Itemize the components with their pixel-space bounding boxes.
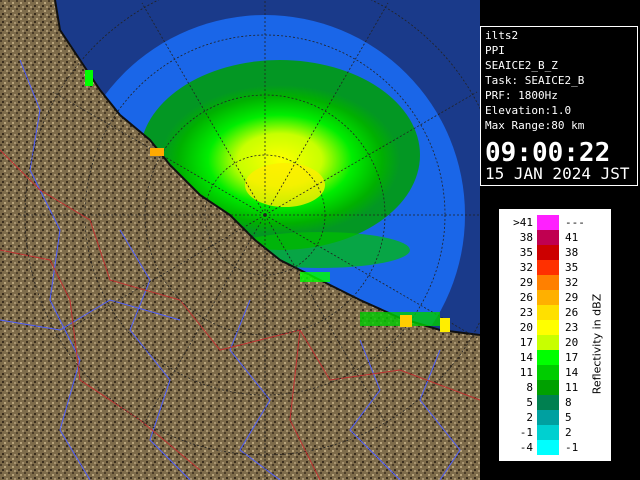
legend-upper-bound: 23: [565, 321, 579, 334]
legend-swatch: [537, 380, 559, 395]
legend-row: 38 41: [499, 230, 613, 245]
legend-upper-bound: 32: [565, 276, 579, 289]
legend-swatch: [537, 245, 559, 260]
legend-upper-bound: 38: [565, 246, 579, 259]
legend-swatch: [537, 425, 559, 440]
legend-upper-bound: 29: [565, 291, 579, 304]
legend-upper-bound: 2: [565, 426, 572, 439]
elevation-value: Elevation:1.0: [485, 104, 572, 117]
legend-upper-bound: 14: [565, 366, 579, 379]
legend-upper-bound: 41: [565, 231, 579, 244]
max-range-value: Max Range:80 km: [485, 119, 585, 132]
legend-upper-bound: -1: [565, 441, 579, 454]
legend-swatch: [537, 230, 559, 245]
legend-lower-bound: 20: [519, 321, 533, 334]
legend-unit-label: Reflectivity in dBZ: [590, 293, 604, 395]
prf-value: PRF: 1800Hz: [485, 89, 558, 102]
product-name: SEAICE2_B_Z: [485, 59, 558, 72]
legend-swatch: [537, 290, 559, 305]
legend-upper-bound: 17: [565, 351, 579, 364]
legend-row: -1 2: [499, 425, 613, 440]
legend-lower-bound: 38: [519, 231, 533, 244]
legend-lower-bound: 26: [519, 291, 533, 304]
legend-upper-bound: 8: [565, 396, 572, 409]
legend-lower-bound: 17: [519, 336, 533, 349]
legend-lower-bound: 8: [526, 381, 533, 394]
task-name: Task: SEAICE2_B: [485, 74, 585, 87]
legend-upper-bound: 35: [565, 261, 579, 274]
legend-swatch: [537, 215, 559, 230]
legend-lower-bound: 32: [519, 261, 533, 274]
legend-swatch: [537, 275, 559, 290]
legend-lower-bound: 14: [519, 351, 533, 364]
legend-lower-bound: >41: [513, 216, 533, 229]
legend-upper-bound: 11: [565, 381, 579, 394]
legend-swatch: [537, 395, 559, 410]
site-name: ilts2: [485, 29, 519, 42]
legend-swatch: [537, 350, 559, 365]
legend-lower-bound: -1: [519, 426, 533, 439]
radar-ppi-display: [0, 0, 480, 480]
legend-lower-bound: 11: [519, 366, 533, 379]
legend-lower-bound: 23: [519, 306, 533, 319]
radar-map-panel[interactable]: [0, 0, 480, 480]
scan-time: 09:00:22: [485, 138, 611, 168]
legend-swatch: [537, 305, 559, 320]
scan-info-panel: ilts2 PPI SEAICE2_B_Z Task: SEAICE2_B PR…: [480, 26, 638, 186]
legend-swatch: [537, 260, 559, 275]
legend-swatch: [537, 440, 559, 455]
echo-core: [245, 163, 325, 207]
legend-lower-bound: 29: [519, 276, 533, 289]
legend-upper-bound: ---: [565, 216, 585, 229]
legend-row: 35 38: [499, 245, 613, 260]
legend-upper-bound: 26: [565, 306, 579, 319]
color-scale-legend: >41 --- 38 41 35 38 32 35 29 32 26 29 23 26 20 23 17 20 14…: [498, 208, 612, 462]
legend-swatch: [537, 365, 559, 380]
legend-upper-bound: 5: [565, 411, 572, 424]
legend-lower-bound: -4: [519, 441, 533, 454]
legend-row: >41 ---: [499, 215, 613, 230]
legend-lower-bound: 35: [519, 246, 533, 259]
legend-lower-bound: 2: [526, 411, 533, 424]
scan-type: PPI: [485, 44, 505, 57]
scan-date: 15 JAN 2024 JST: [485, 164, 630, 183]
legend-swatch: [537, 335, 559, 350]
legend-swatch: [537, 320, 559, 335]
legend-lower-bound: 5: [526, 396, 533, 409]
legend-row: -4 -1: [499, 440, 613, 455]
legend-swatch: [537, 410, 559, 425]
legend-upper-bound: 20: [565, 336, 579, 349]
